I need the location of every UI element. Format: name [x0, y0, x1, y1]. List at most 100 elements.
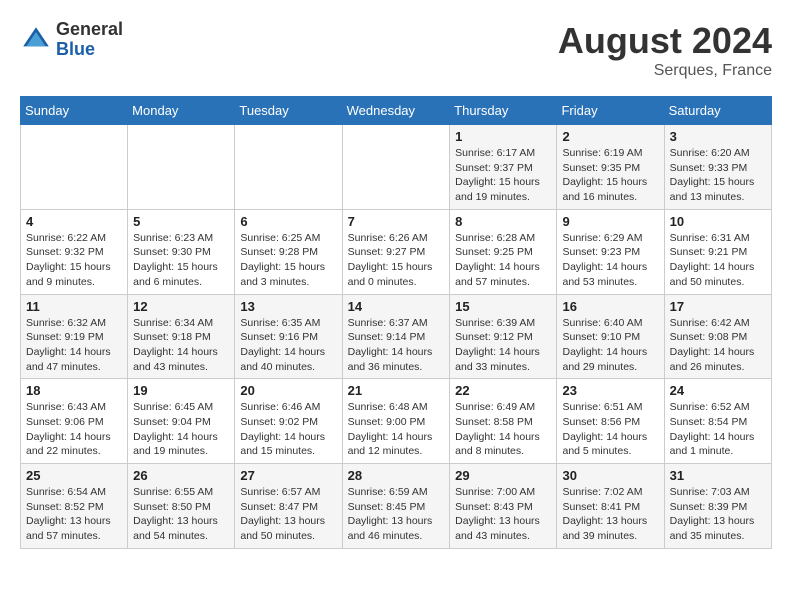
day-info: Sunrise: 6:20 AM Sunset: 9:33 PM Dayligh… — [670, 146, 766, 205]
calendar-cell: 7Sunrise: 6:26 AM Sunset: 9:27 PM Daylig… — [342, 209, 450, 294]
day-number: 2 — [562, 129, 658, 144]
day-number: 14 — [348, 299, 445, 314]
day-number: 6 — [240, 214, 336, 229]
calendar-cell: 30 Sunrise: 7:02 AM Sunset: 8:41 PM Dayli… — [557, 464, 664, 549]
calendar-table: SundayMondayTuesdayWednesdayThursdayFrid… — [20, 96, 772, 549]
weekday-header: Tuesday — [235, 97, 342, 125]
day-number: 12 — [133, 299, 229, 314]
weekday-header: Saturday — [664, 97, 771, 125]
day-number: 31 — [670, 468, 766, 483]
day-number: 17 — [670, 299, 766, 314]
day-number: 10 — [670, 214, 766, 229]
calendar-cell: 29 Sunrise: 7:00 AM Sunset: 8:43 PM Dayli… — [450, 464, 557, 549]
day-info: Sunrise: 6:31 AM Sunset: 9:21 PM Dayligh… — [670, 231, 766, 290]
day-number: 25 — [26, 468, 122, 483]
calendar-cell: 3 Sunrise: 6:20 AM Sunset: 9:33 PM Daylig… — [664, 125, 771, 210]
calendar-cell: 25 Sunrise: 6:54 AM Sunset: 8:52 PM Dayli… — [21, 464, 128, 549]
weekday-header: Wednesday — [342, 97, 450, 125]
day-info: Sunrise: 6:48 AM Sunset: 9:00 PM Dayligh… — [348, 400, 445, 459]
calendar-cell: 23Sunrise: 6:51 AM Sunset: 8:56 PM Dayli… — [557, 379, 664, 464]
day-info: Sunrise: 6:49 AM Sunset: 8:58 PM Dayligh… — [455, 400, 551, 459]
day-info: Sunrise: 6:19 AM Sunset: 9:35 PM Dayligh… — [562, 146, 658, 205]
day-info: Sunrise: 6:39 AM Sunset: 9:12 PM Dayligh… — [455, 316, 551, 375]
calendar-cell — [235, 125, 342, 210]
day-info: Sunrise: 6:22 AM Sunset: 9:32 PM Dayligh… — [26, 231, 122, 290]
calendar-cell: 10 Sunrise: 6:31 AM Sunset: 9:21 PM Dayli… — [664, 209, 771, 294]
day-number: 15 — [455, 299, 551, 314]
day-info: Sunrise: 6:37 AM Sunset: 9:14 PM Dayligh… — [348, 316, 445, 375]
calendar-cell: 14 Sunrise: 6:37 AM Sunset: 9:14 PM Dayli… — [342, 294, 450, 379]
day-number: 5 — [133, 214, 229, 229]
calendar-cell: 4 Sunrise: 6:22 AM Sunset: 9:32 PM Daylig… — [21, 209, 128, 294]
calendar-week-row: 11Sunrise: 6:32 AM Sunset: 9:19 PM Dayli… — [21, 294, 772, 379]
day-info: Sunrise: 6:42 AM Sunset: 9:08 PM Dayligh… — [670, 316, 766, 375]
calendar-cell: 12 Sunrise: 6:34 AM Sunset: 9:18 PM Dayli… — [128, 294, 235, 379]
page-header: General Blue August 2024 Serques, France — [20, 20, 772, 80]
calendar-cell: 27Sunrise: 6:57 AM Sunset: 8:47 PM Dayli… — [235, 464, 342, 549]
calendar-cell: 19Sunrise: 6:45 AM Sunset: 9:04 PM Dayli… — [128, 379, 235, 464]
day-info: Sunrise: 6:52 AM Sunset: 8:54 PM Dayligh… — [670, 400, 766, 459]
day-number: 21 — [348, 383, 445, 398]
calendar-cell: 1Sunrise: 6:17 AM Sunset: 9:37 PM Daylig… — [450, 125, 557, 210]
calendar-cell: 11Sunrise: 6:32 AM Sunset: 9:19 PM Dayli… — [21, 294, 128, 379]
location: Serques, France — [558, 62, 772, 80]
day-number: 16 — [562, 299, 658, 314]
calendar-cell: 24 Sunrise: 6:52 AM Sunset: 8:54 PM Dayli… — [664, 379, 771, 464]
day-info: Sunrise: 6:25 AM Sunset: 9:28 PM Dayligh… — [240, 231, 336, 290]
day-info: Sunrise: 6:40 AM Sunset: 9:10 PM Dayligh… — [562, 316, 658, 375]
calendar-cell — [342, 125, 450, 210]
day-info: Sunrise: 6:45 AM Sunset: 9:04 PM Dayligh… — [133, 400, 229, 459]
day-number: 26 — [133, 468, 229, 483]
day-number: 24 — [670, 383, 766, 398]
calendar-cell: 15 Sunrise: 6:39 AM Sunset: 9:12 PM Dayli… — [450, 294, 557, 379]
day-number: 11 — [26, 299, 122, 314]
day-info: Sunrise: 6:28 AM Sunset: 9:25 PM Dayligh… — [455, 231, 551, 290]
calendar-cell: 31Sunrise: 7:03 AM Sunset: 8:39 PM Dayli… — [664, 464, 771, 549]
calendar-cell: 8 Sunrise: 6:28 AM Sunset: 9:25 PM Daylig… — [450, 209, 557, 294]
logo-general: General — [56, 20, 123, 40]
day-number: 23 — [562, 383, 658, 398]
calendar-cell: 6 Sunrise: 6:25 AM Sunset: 9:28 PM Daylig… — [235, 209, 342, 294]
calendar-week-row: 18Sunrise: 6:43 AM Sunset: 9:06 PM Dayli… — [21, 379, 772, 464]
day-info: Sunrise: 6:35 AM Sunset: 9:16 PM Dayligh… — [240, 316, 336, 375]
weekday-header: Sunday — [21, 97, 128, 125]
day-info: Sunrise: 6:26 AM Sunset: 9:27 PM Dayligh… — [348, 231, 445, 290]
day-info: Sunrise: 6:23 AM Sunset: 9:30 PM Dayligh… — [133, 231, 229, 290]
day-number: 8 — [455, 214, 551, 229]
day-info: Sunrise: 6:29 AM Sunset: 9:23 PM Dayligh… — [562, 231, 658, 290]
logo-text: General Blue — [56, 20, 123, 60]
day-info: Sunrise: 7:02 AM Sunset: 8:41 PM Dayligh… — [562, 485, 658, 544]
calendar-cell: 17 Sunrise: 6:42 AM Sunset: 9:08 PM Dayli… — [664, 294, 771, 379]
calendar-cell: 26 Sunrise: 6:55 AM Sunset: 8:50 PM Dayli… — [128, 464, 235, 549]
day-info: Sunrise: 6:57 AM Sunset: 8:47 PM Dayligh… — [240, 485, 336, 544]
day-number: 22 — [455, 383, 551, 398]
day-number: 1 — [455, 129, 551, 144]
month-year: August 2024 — [558, 20, 772, 62]
calendar-cell: 5 Sunrise: 6:23 AM Sunset: 9:30 PM Daylig… — [128, 209, 235, 294]
calendar-week-row: 4 Sunrise: 6:22 AM Sunset: 9:32 PM Daylig… — [21, 209, 772, 294]
calendar-cell: 9Sunrise: 6:29 AM Sunset: 9:23 PM Daylig… — [557, 209, 664, 294]
logo: General Blue — [20, 20, 123, 60]
day-number: 13 — [240, 299, 336, 314]
day-info: Sunrise: 6:34 AM Sunset: 9:18 PM Dayligh… — [133, 316, 229, 375]
weekday-header: Friday — [557, 97, 664, 125]
day-number: 3 — [670, 129, 766, 144]
weekday-header: Monday — [128, 97, 235, 125]
day-number: 4 — [26, 214, 122, 229]
title-block: August 2024 Serques, France — [558, 20, 772, 80]
calendar-body: 1Sunrise: 6:17 AM Sunset: 9:37 PM Daylig… — [21, 125, 772, 549]
day-number: 29 — [455, 468, 551, 483]
day-number: 18 — [26, 383, 122, 398]
day-info: Sunrise: 6:55 AM Sunset: 8:50 PM Dayligh… — [133, 485, 229, 544]
day-info: Sunrise: 6:54 AM Sunset: 8:52 PM Dayligh… — [26, 485, 122, 544]
logo-icon — [20, 24, 52, 56]
day-info: Sunrise: 7:00 AM Sunset: 8:43 PM Dayligh… — [455, 485, 551, 544]
calendar-cell — [128, 125, 235, 210]
calendar-cell: 13 Sunrise: 6:35 AM Sunset: 9:16 PM Dayli… — [235, 294, 342, 379]
weekday-header: Thursday — [450, 97, 557, 125]
day-number: 30 — [562, 468, 658, 483]
calendar-cell: 18Sunrise: 6:43 AM Sunset: 9:06 PM Dayli… — [21, 379, 128, 464]
calendar-cell: 16 Sunrise: 6:40 AM Sunset: 9:10 PM Dayli… — [557, 294, 664, 379]
calendar-header: SundayMondayTuesdayWednesdayThursdayFrid… — [21, 97, 772, 125]
day-info: Sunrise: 6:59 AM Sunset: 8:45 PM Dayligh… — [348, 485, 445, 544]
